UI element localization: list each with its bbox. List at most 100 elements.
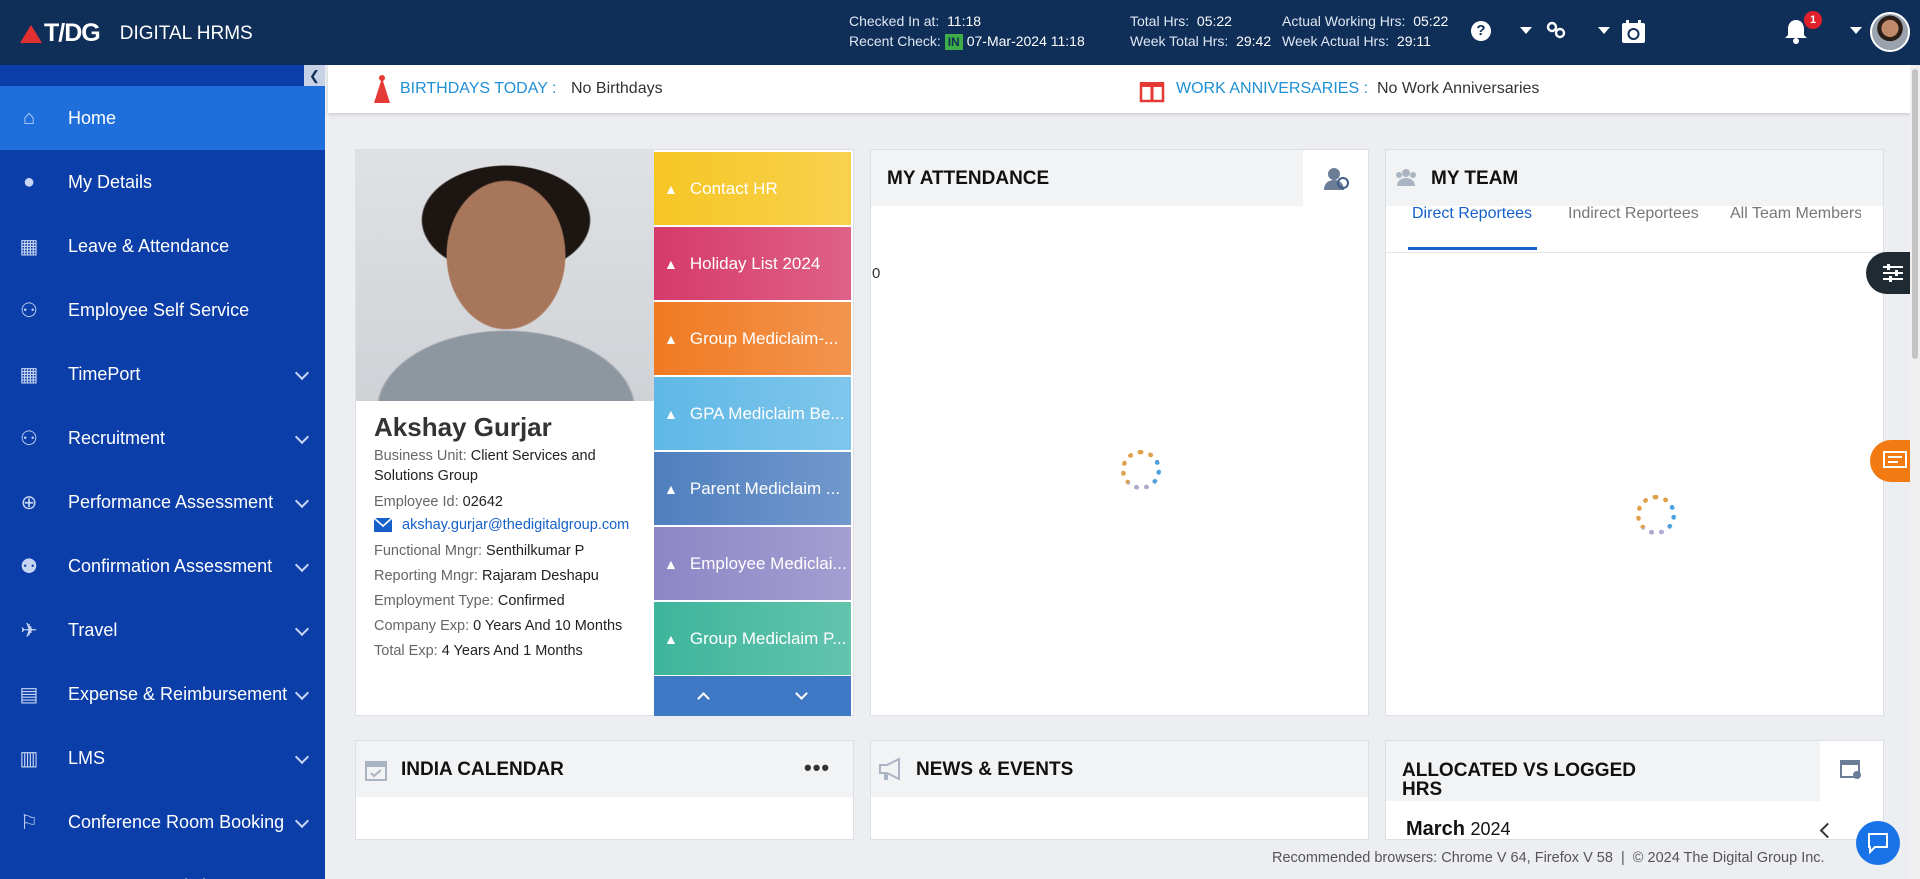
reporting-manager: Reporting Mngr: Rajaram Deshapu — [374, 568, 599, 584]
quick-link-tile[interactable]: ▲ Holiday List 2024 — [654, 227, 851, 300]
chevron-down-icon[interactable] — [294, 429, 310, 445]
sidebar-item-performance-assessment[interactable]: ⊕ Performance Assessment — [0, 470, 325, 534]
user-check-icon: ⚉ — [20, 555, 38, 578]
profile-dropdown-icon[interactable] — [1850, 27, 1862, 34]
quick-link-tile[interactable]: ▲ Group Mediclaim-... — [654, 302, 851, 375]
sidebar-item-confirmation-assessment[interactable]: ⚉ Confirmation Assessment — [0, 534, 325, 598]
sidebar-item-my-details[interactable]: ● My Details — [0, 150, 325, 214]
brand[interactable]: T/DG DIGITAL HRMS — [20, 19, 253, 48]
quick-links-down-button[interactable] — [753, 676, 852, 716]
business-unit: Business Unit: Client Services and Soluti… — [374, 448, 596, 484]
avatar[interactable] — [1870, 12, 1910, 52]
quick-link-label: Group Mediclaim P... — [689, 628, 847, 648]
magnifier-user-icon: ⊕ — [20, 491, 38, 514]
top-bar: T/DG DIGITAL HRMS Checked In at: 11:18 R… — [0, 0, 1920, 65]
calendar-header: INDIA CALENDAR ••• — [356, 741, 853, 797]
sidebar-item-label: TimePort — [68, 363, 141, 384]
quick-link-tile[interactable]: ▲ Parent Mediclaim ... — [654, 452, 851, 525]
link-icon: ▲ — [664, 555, 678, 572]
total-experience: Total Exp: 4 Years And 1 Months — [374, 643, 583, 659]
tab-direct-reportees[interactable]: Direct Reportees — [1412, 205, 1532, 223]
company-experience: Company Exp: 0 Years And 10 Months — [374, 618, 623, 634]
chat-icon[interactable] — [1856, 821, 1900, 865]
chevron-down-icon[interactable] — [294, 685, 310, 701]
link-icon: ▲ — [664, 330, 678, 347]
chevron-down-icon[interactable] — [294, 621, 310, 637]
quick-link-label: Holiday List 2024 — [689, 253, 821, 273]
allocated-title: ALLOCATED VS LOGGED HRS — [1402, 760, 1636, 800]
tab-all-team-members[interactable]: All Team Members — [1730, 205, 1861, 223]
sidebar-item-label: Employee Self Service — [68, 299, 250, 320]
quick-link-tile[interactable]: ▲ GPA Mediclaim Be... — [654, 377, 851, 450]
help-dropdown-icon[interactable] — [1520, 27, 1532, 34]
plane-icon: ✈ — [20, 619, 38, 642]
sidebar-item-timeport[interactable]: ▦ TimePort — [0, 342, 325, 406]
sidebar-item-leave-attendance[interactable]: ▦ Leave & Attendance — [0, 214, 325, 278]
sidebar-item-label: Conference Room Booking — [68, 811, 285, 832]
sidebar-item-reports-analytics[interactable]: ▮ Reports & Analytics — [0, 854, 325, 879]
tab-indirect-reportees[interactable]: Indirect Reportees — [1568, 205, 1700, 223]
chart-icon: ▮ — [16, 873, 42, 879]
anniversaries-value: No Work Anniversaries — [1377, 80, 1540, 97]
page-scrollbar[interactable] — [1910, 65, 1920, 879]
allocated-header: ALLOCATED VS LOGGED HRS — [1386, 741, 1820, 801]
quick-link-tile[interactable]: ▲ Employee Mediclai... — [654, 527, 851, 600]
announcement-bar: BIRTHDAYS TODAY : No Birthdays WORK ANNI… — [328, 65, 1910, 113]
mail-icon — [373, 517, 393, 533]
calendar-clock-icon: ▦ — [19, 363, 39, 386]
attendance-card: MY ATTENDANCE 0 — [870, 149, 1369, 716]
link-icon[interactable] — [1545, 19, 1567, 47]
team-header: MY TEAM — [1386, 150, 1883, 206]
sidebar-item-conference-room-booking[interactable]: ⚐ Conference Room Booking — [0, 790, 325, 854]
people-icon: ⚇ — [20, 299, 38, 322]
sidebar-item-label: My Details — [68, 171, 153, 192]
quick-links-up-button[interactable] — [654, 676, 753, 716]
gift-icon — [1139, 75, 1165, 108]
chevron-down-icon — [795, 687, 809, 700]
chevron-down-icon[interactable] — [294, 365, 310, 381]
chevron-down-icon[interactable] — [294, 493, 310, 509]
money-icon: ▤ — [19, 683, 39, 706]
allocated-card: ALLOCATED VS LOGGED HRS March 2024 — [1385, 740, 1884, 840]
functional-manager: Functional Mngr: Senthilkumar P — [374, 543, 585, 559]
attendance-title: MY ATTENDANCE — [887, 168, 1050, 189]
chevron-down-icon[interactable] — [294, 749, 310, 765]
chevron-down-icon[interactable] — [294, 557, 310, 573]
presenter-icon: ⚐ — [20, 811, 38, 834]
news-card: NEWS & EVENTS — [870, 740, 1369, 840]
profile-email[interactable]: akshay.gurjar@thedigitalgroup.com — [373, 517, 629, 533]
actual-hours-stat: Actual Working Hrs: 05:22 Week Actual Hr… — [1282, 13, 1449, 49]
prev-month-icon[interactable] — [1819, 822, 1836, 839]
sidebar-item-travel[interactable]: ✈ Travel — [0, 598, 325, 662]
calendar-icon — [364, 758, 388, 787]
team-loading-spinner — [1636, 495, 1676, 535]
profile-photo — [356, 150, 654, 401]
more-options-icon[interactable]: ••• — [804, 755, 830, 781]
link-dropdown-icon[interactable] — [1598, 27, 1610, 34]
news-header: NEWS & EVENTS — [871, 741, 1368, 797]
sidebar-item-label: Confirmation Assessment — [68, 555, 273, 576]
sidebar-item-employee-self-service[interactable]: ⚇ Employee Self Service — [0, 278, 325, 342]
scrollbar-thumb[interactable] — [1912, 69, 1918, 359]
sidebar-item-expense-reimbursement[interactable]: ▤ Expense & Reimbursement — [0, 662, 325, 726]
employment-type: Employment Type: Confirmed — [374, 593, 565, 609]
sidebar-item-recruitment[interactable]: ⚇ Recruitment — [0, 406, 325, 470]
collapse-sidebar-button[interactable]: ❮ — [304, 65, 325, 87]
sidebar-item-lms[interactable]: ▥ LMS — [0, 726, 325, 790]
calendar-settings-icon[interactable] — [1839, 757, 1863, 786]
chevron-down-icon[interactable] — [294, 813, 310, 829]
help-icon[interactable]: ? — [1471, 21, 1491, 41]
quick-link-tile[interactable]: ▲ Contact HR — [654, 152, 851, 225]
anniversaries-label: WORK ANNIVERSARIES : — [1176, 80, 1369, 97]
quick-link-tile[interactable]: ▲ Group Mediclaim P... — [654, 602, 851, 675]
sidebar-item-label: Reports & Analytics — [68, 876, 224, 879]
link-icon: ▲ — [664, 255, 678, 272]
team-title: MY TEAM — [1431, 168, 1519, 189]
attendance-user-icon[interactable] — [1323, 164, 1351, 197]
tabs-divider — [1386, 252, 1883, 253]
calendar-check-icon[interactable] — [1620, 18, 1647, 51]
app-name: DIGITAL HRMS — [119, 22, 253, 44]
sidebar-item-home[interactable]: ⌂ Home — [0, 86, 325, 150]
attendance-header: MY ATTENDANCE — [871, 150, 1303, 206]
quick-link-label: Contact HR — [689, 178, 778, 198]
